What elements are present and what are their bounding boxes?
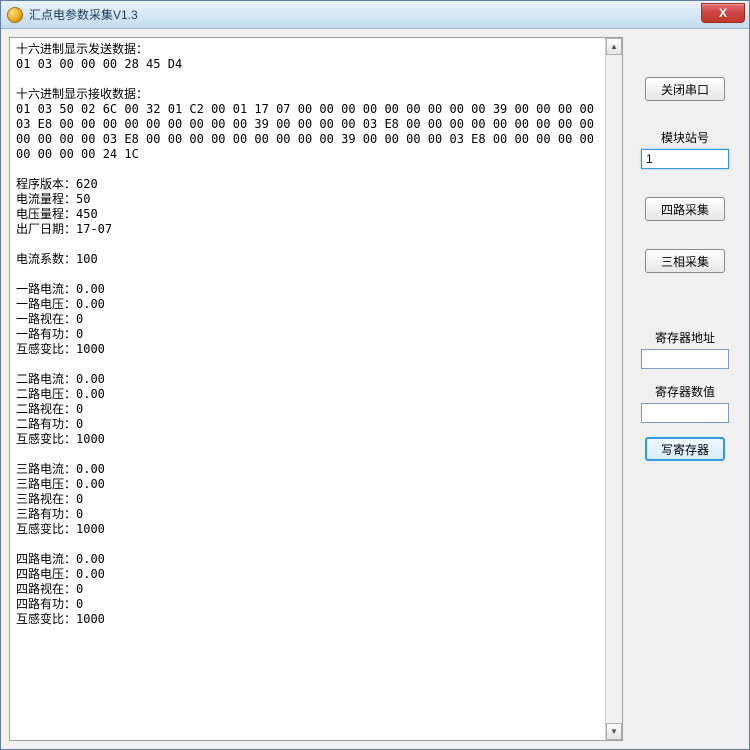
three-phase-button[interactable]: 三相采集 <box>645 249 725 273</box>
log-panel: 十六进制显示发送数据： 01 03 00 00 00 28 45 D4 十六进制… <box>9 37 623 741</box>
write-register-button[interactable]: 写寄存器 <box>645 437 725 461</box>
close-icon[interactable]: X <box>701 3 745 23</box>
close-port-button[interactable]: 关闭串口 <box>645 77 725 101</box>
register-address-input[interactable] <box>641 349 729 369</box>
sidebar: 关闭串口 模块站号 四路采集 三相采集 寄存器地址 寄存器数值 写寄存器 <box>629 37 741 741</box>
scroll-track[interactable] <box>606 55 622 723</box>
station-label: 模块站号 <box>661 129 709 146</box>
vertical-scrollbar[interactable]: ▲ ▼ <box>605 38 622 740</box>
four-channel-button[interactable]: 四路采集 <box>645 197 725 221</box>
window-title: 汇点电参数采集V1.3 <box>29 6 138 23</box>
titlebar: 汇点电参数采集V1.3 X <box>1 1 749 29</box>
register-value-label: 寄存器数值 <box>655 383 715 400</box>
app-icon <box>7 7 23 23</box>
scroll-up-icon[interactable]: ▲ <box>606 38 622 55</box>
content-area: 十六进制显示发送数据： 01 03 00 00 00 28 45 D4 十六进制… <box>1 29 749 749</box>
app-window: 汇点电参数采集V1.3 X 十六进制显示发送数据： 01 03 00 00 00… <box>0 0 750 750</box>
register-value-input[interactable] <box>641 403 729 423</box>
scroll-down-icon[interactable]: ▼ <box>606 723 622 740</box>
register-address-label: 寄存器地址 <box>655 329 715 346</box>
log-textarea[interactable]: 十六进制显示发送数据： 01 03 00 00 00 28 45 D4 十六进制… <box>10 38 605 740</box>
station-input[interactable] <box>641 149 729 169</box>
